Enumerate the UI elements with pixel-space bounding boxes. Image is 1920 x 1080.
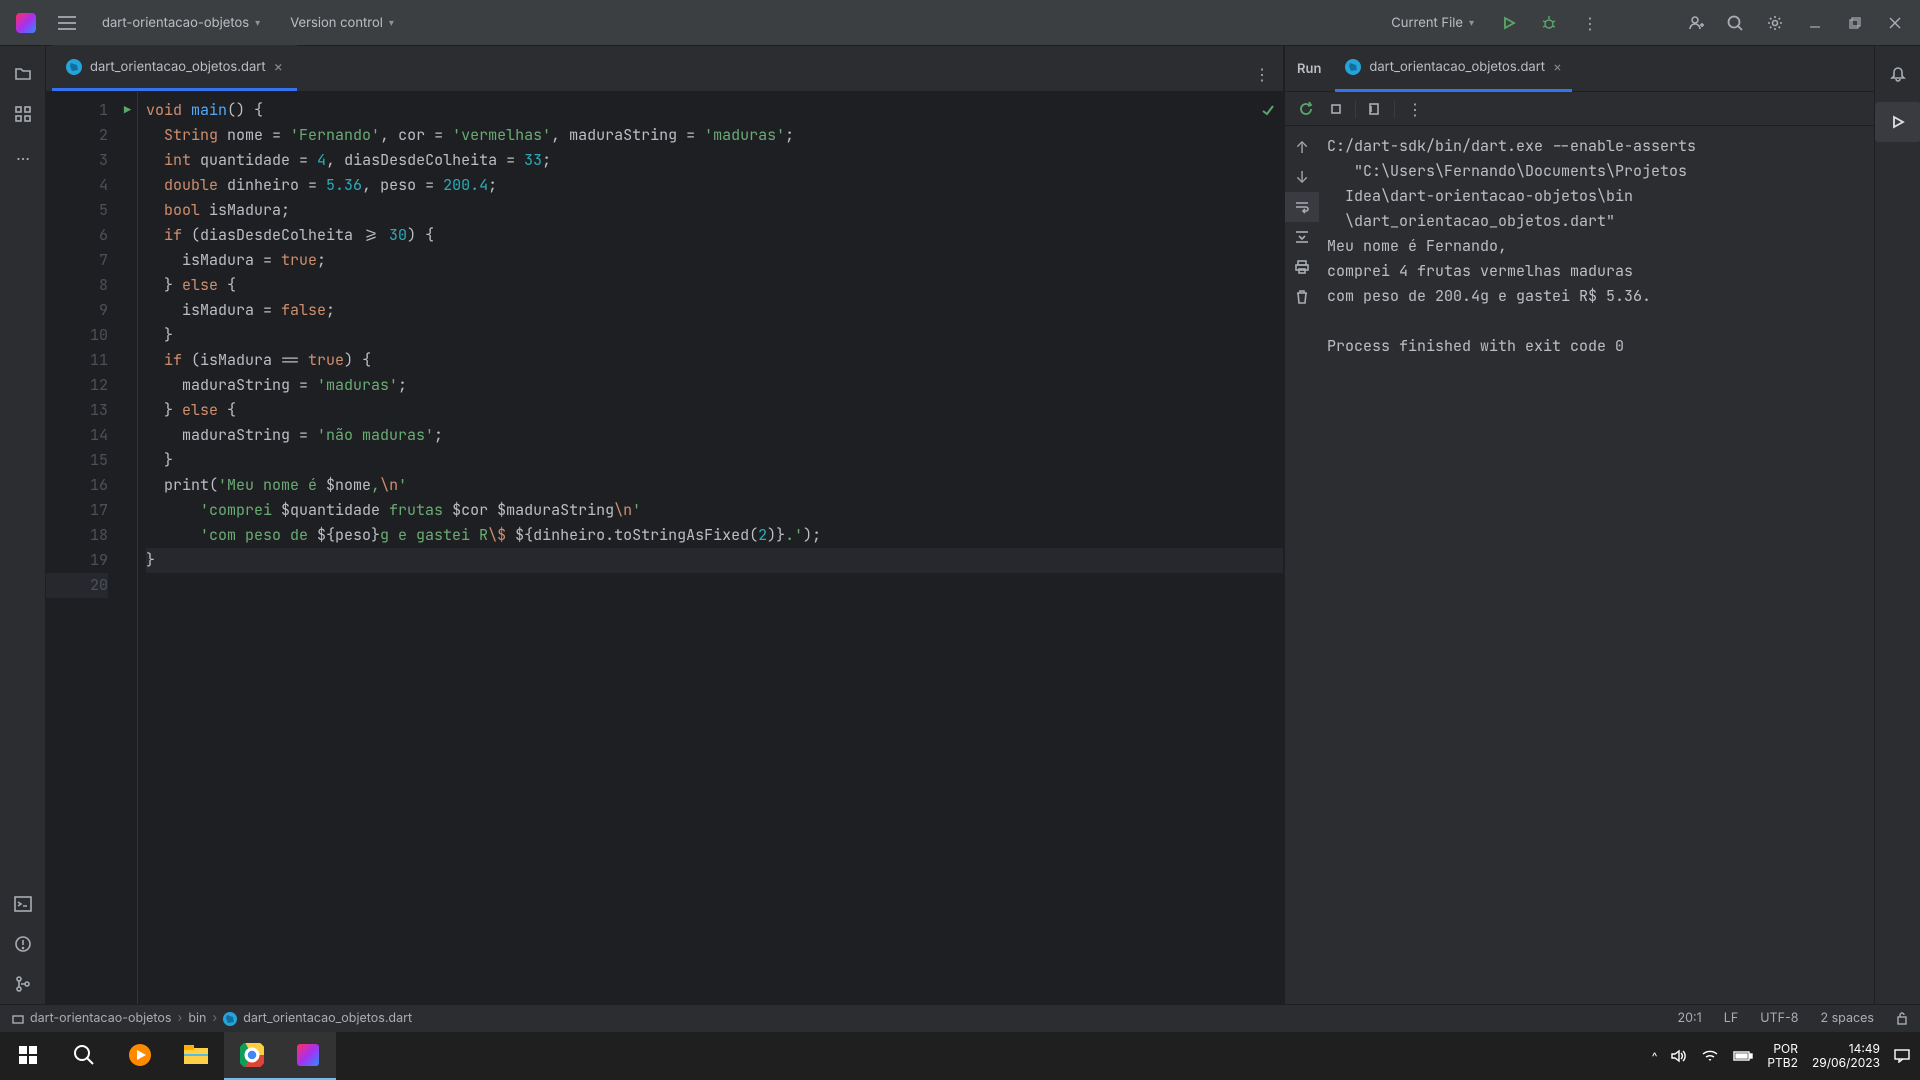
tray-battery-icon[interactable] [1733, 1050, 1753, 1062]
run-gutter: ▶ [118, 92, 138, 1004]
readonly-lock-icon[interactable] [1896, 1011, 1908, 1026]
chevron-down-icon: ▾ [389, 17, 394, 29]
dart-file-icon [66, 59, 82, 75]
close-run-tab-icon[interactable]: × [1553, 59, 1562, 75]
run-tab-label: dart_orientacao_objetos.dart [1369, 59, 1545, 75]
cursor-position[interactable]: 20:1 [1678, 1011, 1702, 1026]
tray-language[interactable]: POR PTB2 [1767, 1042, 1798, 1070]
line-separator[interactable]: LF [1724, 1011, 1738, 1026]
tray-notifications-button[interactable] [1894, 1049, 1910, 1063]
rerun-button[interactable] [1293, 96, 1319, 122]
exit-button[interactable] [1362, 96, 1388, 122]
terminal-tool-button[interactable] [0, 884, 46, 924]
gutter-run-icon[interactable]: ▶ [118, 98, 137, 123]
dart-file-icon [1345, 59, 1361, 75]
git-tool-button[interactable] [0, 964, 46, 1004]
print-button[interactable] [1285, 252, 1319, 282]
run-config-label: Current File [1391, 15, 1463, 31]
breadcrumb[interactable]: dart-orientacao-objetos › bin › dart_ori… [12, 1011, 412, 1026]
run-tool-title: Run [1297, 61, 1321, 77]
tray-wifi-icon[interactable] [1701, 1049, 1719, 1063]
run-tool-side-button[interactable] [1875, 102, 1920, 142]
breadcrumb-file: dart_orientacao_objetos.dart [243, 1011, 412, 1026]
file-encoding[interactable]: UTF-8 [1760, 1011, 1798, 1026]
more-tools-button[interactable]: … [0, 134, 46, 174]
structure-tool-button[interactable] [0, 94, 46, 134]
dart-file-icon [223, 1012, 237, 1026]
project-name: dart-orientacao-objetos [102, 15, 249, 31]
project-dropdown[interactable]: dart-orientacao-objetos ▾ [90, 6, 272, 40]
chevron-down-icon: ▾ [255, 17, 260, 29]
tray-clock[interactable]: 14:49 29/06/2023 [1812, 1042, 1880, 1070]
scroll-down-button[interactable]: ↓ [1285, 162, 1319, 192]
more-actions-button[interactable]: ⋮ [1572, 6, 1606, 40]
breadcrumb-bin: bin [188, 1011, 206, 1026]
line-gutter: 1234567891011121314151617181920 [46, 92, 118, 1004]
taskbar-chrome-app[interactable] [224, 1032, 280, 1080]
chevron-down-icon: ▾ [1469, 17, 1474, 29]
vcs-label: Version control [290, 15, 383, 31]
folder-icon [12, 1013, 24, 1025]
window-minimize-button[interactable] [1798, 6, 1832, 40]
indent-setting[interactable]: 2 spaces [1820, 1011, 1874, 1026]
code-editor[interactable]: 1234567891011121314151617181920 ▶ void m… [46, 92, 1284, 1004]
run-config-dropdown[interactable]: Current File ▾ [1379, 6, 1486, 40]
tray-volume-icon[interactable] [1671, 1049, 1687, 1063]
run-output[interactable]: C:/dart-sdk/bin/dart.exe --enable-assert… [1319, 126, 1874, 1004]
start-button[interactable] [0, 1032, 56, 1080]
problems-indicator-icon[interactable] [1260, 102, 1276, 118]
editor-tab-menu-button[interactable]: ⋮ [1244, 57, 1278, 91]
window-restore-button[interactable] [1838, 6, 1872, 40]
breadcrumb-sep-icon: › [212, 1011, 217, 1026]
soft-wrap-button[interactable] [1285, 192, 1319, 222]
run-more-actions-button[interactable]: ⋮ [1401, 96, 1427, 122]
taskbar-explorer-app[interactable] [168, 1032, 224, 1080]
problems-tool-button[interactable] [0, 924, 46, 964]
editor-tab[interactable]: dart_orientacao_objetos.dart × [52, 45, 297, 91]
taskbar-search-button[interactable] [56, 1032, 112, 1080]
notifications-button[interactable] [1875, 54, 1920, 94]
scroll-up-button[interactable]: ↑ [1285, 132, 1319, 162]
clear-all-button[interactable] [1285, 282, 1319, 312]
run-button[interactable] [1492, 6, 1526, 40]
breadcrumb-sep-icon: › [178, 1011, 183, 1026]
debug-button[interactable] [1532, 6, 1566, 40]
run-tab[interactable]: dart_orientacao_objetos.dart × [1335, 46, 1571, 92]
taskbar-intellij-app[interactable] [280, 1032, 336, 1080]
app-icon [16, 13, 36, 33]
settings-button[interactable] [1758, 6, 1792, 40]
taskbar-media-app[interactable] [112, 1032, 168, 1080]
breadcrumb-project: dart-orientacao-objetos [30, 1011, 172, 1026]
stop-button[interactable] [1323, 96, 1349, 122]
close-tab-icon[interactable]: × [274, 58, 283, 75]
vcs-dropdown[interactable]: Version control ▾ [278, 6, 406, 40]
search-everywhere-button[interactable] [1718, 6, 1752, 40]
code-with-me-button[interactable] [1678, 6, 1712, 40]
scroll-to-end-button[interactable] [1285, 222, 1319, 252]
tray-chevron-up-icon[interactable]: ^ [1652, 1049, 1658, 1064]
project-tool-button[interactable] [0, 54, 46, 94]
main-menu-button[interactable] [50, 6, 84, 40]
editor-tab-label: dart_orientacao_objetos.dart [90, 59, 266, 75]
window-close-button[interactable] [1878, 6, 1912, 40]
